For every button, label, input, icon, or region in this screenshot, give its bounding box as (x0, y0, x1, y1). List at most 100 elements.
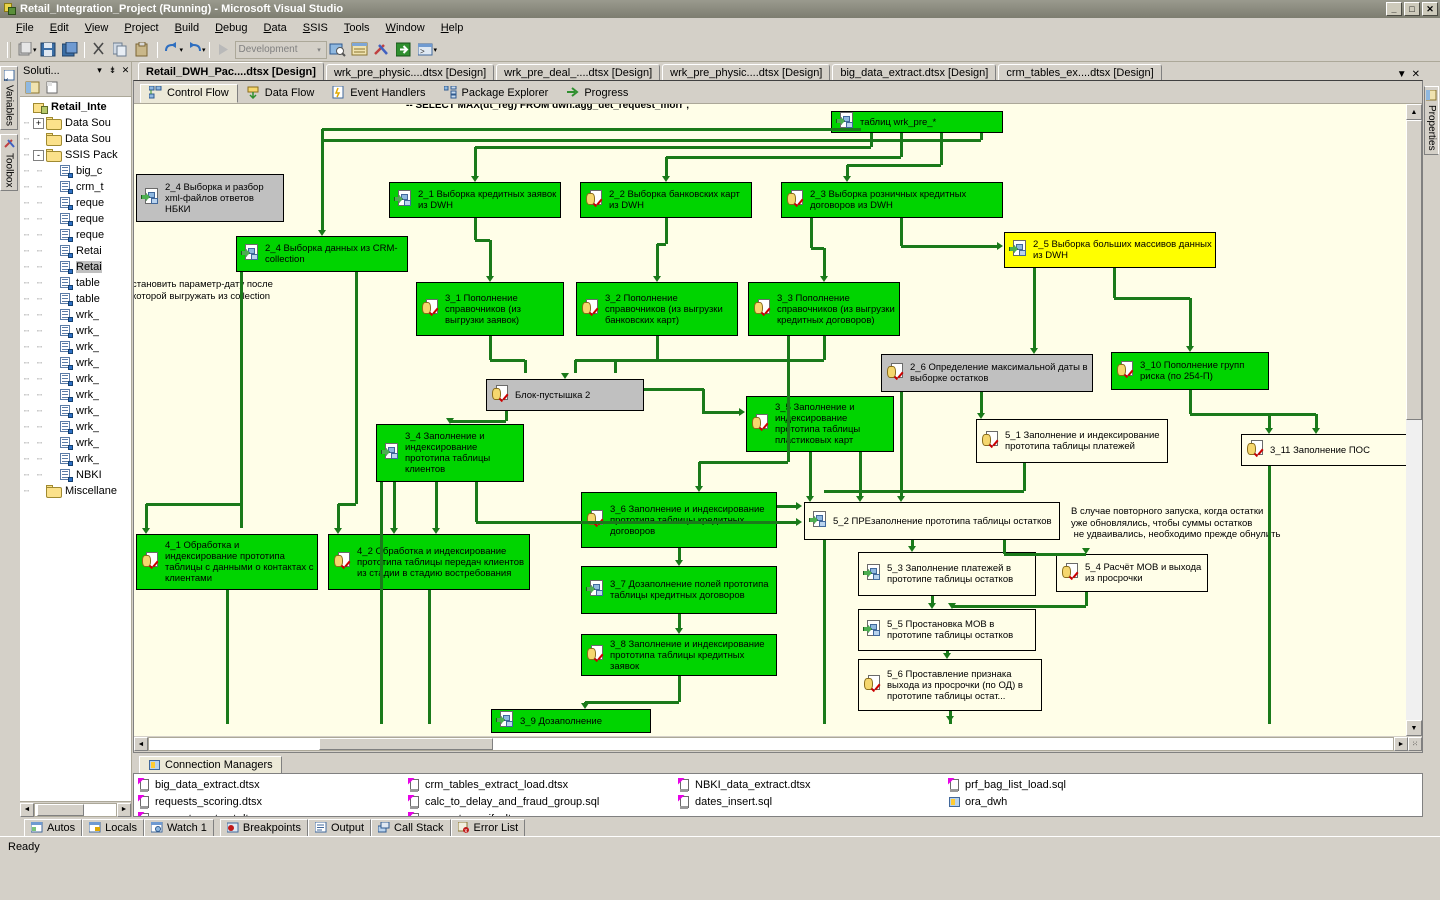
precedence-constraint[interactable] (475, 146, 871, 149)
solution-explorer-hscrollbar[interactable]: ◄ ► (20, 801, 131, 817)
precedence-constraint[interactable] (614, 360, 617, 373)
solution-node-10[interactable]: ┈┈Retai (20, 259, 131, 275)
scroll-track[interactable] (34, 803, 117, 817)
panel-dropdown-icon[interactable]: ▾ (94, 65, 105, 76)
task-3_11[interactable]: 3_11 Заполнение ПОС (1241, 434, 1406, 466)
solution-node-17[interactable]: ┈┈wrk_ (20, 371, 131, 387)
find-in-files-icon[interactable] (327, 40, 349, 60)
solution-node-7[interactable]: ┈┈reque (20, 211, 131, 227)
precedence-constraint[interactable] (777, 505, 796, 508)
precedence-constraint[interactable] (1269, 413, 1316, 416)
precedence-constraint[interactable] (1023, 463, 1026, 491)
task-5_5[interactable]: 5_5 Простановка МОВ в прототипе таблицы … (858, 609, 1036, 651)
solution-explorer-tree[interactable]: Retail_Inte┈+Data Sou┈Data Sou┈-SSIS Pac… (20, 97, 131, 801)
dock-tab-error-list[interactable]: xError List (451, 819, 526, 836)
show-all-files-icon[interactable] (43, 80, 61, 96)
dock-tab-autos[interactable]: Autos (24, 819, 82, 836)
canvas-horizontal-scrollbar[interactable]: ◄ ► ⁙ (134, 736, 1422, 752)
cut-icon[interactable] (88, 40, 110, 60)
precedence-constraint[interactable] (702, 389, 705, 412)
precedence-constraint[interactable] (524, 360, 527, 373)
solution-node-1[interactable]: ┈+Data Sou (20, 115, 131, 131)
task-2_4x[interactable]: 2_4 Выборка и разбор xml-файлов ответов … (136, 174, 284, 222)
chevron-down-icon[interactable]: ▾ (313, 46, 326, 54)
solution-node-5[interactable]: ┈┈crm_t (20, 179, 131, 195)
precedence-constraint[interactable] (1315, 414, 1318, 428)
precedence-constraint[interactable] (475, 482, 478, 522)
solution-node-11[interactable]: ┈┈table (20, 275, 131, 291)
tab-variables[interactable]: xVariables (0, 66, 18, 130)
task-3_5[interactable]: 3_5 Заполнение и индексирование прототип… (746, 396, 894, 452)
connection-manager-item[interactable]: NBKI_data_extract.dtsx (678, 776, 948, 793)
precedence-constraint[interactable] (809, 452, 812, 496)
connection-manager-item[interactable]: dates_insert.sql (678, 793, 948, 810)
menu-item-build[interactable]: Build (167, 20, 207, 36)
solution-node-22[interactable]: ┈┈wrk_ (20, 451, 131, 467)
menu-item-edit[interactable]: Edit (42, 20, 77, 36)
minimize-button[interactable]: _ (1386, 2, 1402, 16)
connection-manager-item[interactable]: requests_scoring.dtsx (138, 793, 408, 810)
task-5_2[interactable]: 5_2 ПРЕзаполнение прототипа таблицы оста… (804, 502, 1060, 540)
solution-node-19[interactable]: ┈┈wrk_ (20, 403, 131, 419)
precedence-constraint[interactable] (321, 129, 324, 140)
task-5_3[interactable]: 5_3 Заполнение платежей в прототипе табл… (858, 552, 1036, 596)
solution-node-6[interactable]: ┈┈reque (20, 195, 131, 211)
task-5_4[interactable]: 5_4 Расчёт МОВ и выхода из просрочки (1056, 554, 1208, 592)
task-4_2[interactable]: 4_2 Обработка и индексирование прототипа… (328, 534, 530, 590)
designer-tab-event-handlers[interactable]: Event Handlers (323, 84, 434, 103)
dock-tab-breakpoints[interactable]: Breakpoints (220, 819, 308, 836)
designer-tab-progress[interactable]: Progress (557, 84, 637, 103)
redo-dropdown-icon[interactable]: ▾ (202, 46, 206, 54)
task-2_6[interactable]: 2_6 Определение максимальной даты в выбо… (881, 354, 1093, 392)
properties-window-icon[interactable] (349, 40, 371, 60)
precedence-constraint[interactable] (823, 248, 826, 276)
solution-node-18[interactable]: ┈┈wrk_ (20, 387, 131, 403)
precedence-constraint[interactable] (146, 503, 241, 506)
designer-tab-package-explorer[interactable]: Package Explorer (435, 84, 558, 103)
dock-tab-locals[interactable]: Locals (82, 819, 144, 836)
precedence-constraint[interactable] (585, 701, 679, 704)
precedence-constraint[interactable] (355, 272, 358, 504)
menu-item-file[interactable]: File (8, 20, 42, 36)
designer-tab-data-flow[interactable]: Data Flow (238, 84, 324, 103)
tab-list-icon[interactable]: ▼ (1397, 69, 1407, 80)
precedence-constraint[interactable] (1114, 297, 1190, 300)
document-tab-5[interactable]: crm_tables_ex....dtsx [Design] (998, 64, 1161, 80)
hscroll-track[interactable] (148, 737, 1394, 751)
precedence-constraint[interactable] (665, 218, 668, 244)
precedence-constraint[interactable] (428, 590, 431, 724)
document-tab-0[interactable]: Retail_DWH_Pac....dtsx [Design] (138, 62, 324, 80)
dock-tab-output[interactable]: Output (308, 819, 371, 836)
pin-icon[interactable]: ⇟ (107, 65, 118, 76)
designer-tab-control-flow[interactable]: Control Flow (140, 84, 238, 103)
scroll-right-button[interactable]: ► (117, 803, 131, 817)
solution-node-4[interactable]: ┈┈big_c (20, 163, 131, 179)
start-debug-icon[interactable] (213, 40, 235, 60)
precedence-constraint[interactable] (476, 521, 796, 524)
precedence-constraint[interactable] (240, 272, 243, 528)
solution-node-20[interactable]: ┈┈wrk_ (20, 419, 131, 435)
precedence-constraint[interactable] (699, 461, 788, 464)
dock-tab-watch-1[interactable]: Watch 1 (144, 819, 214, 836)
scroll-down-button[interactable]: ▼ (1406, 720, 1422, 736)
tab-properties-window[interactable]: Properties (1424, 86, 1439, 155)
task-2_4[interactable]: 2_4 Выборка данных из CRM-collection (236, 236, 408, 272)
tree-expander-icon[interactable]: - (33, 150, 44, 161)
precedence-constraint[interactable] (901, 245, 997, 248)
precedence-constraint[interactable] (321, 140, 324, 230)
precedence-constraint[interactable] (656, 336, 659, 360)
connection-manager-item[interactable]: ora_dwh (948, 793, 1218, 810)
task-5_6[interactable]: 5_6 Проставление признака выхода из прос… (858, 659, 1042, 711)
solution-node-21[interactable]: ┈┈wrk_ (20, 435, 131, 451)
task-3_2[interactable]: 3_2 Пополнение справочников (из выгрузки… (576, 282, 738, 336)
task-3_4[interactable]: 3_4 Заполнение и индексирование прототип… (376, 424, 524, 482)
precedence-constraint[interactable] (574, 360, 577, 373)
document-tab-2[interactable]: wrk_pre_deal_....dtsx [Design] (496, 64, 660, 80)
properties-icon[interactable] (23, 80, 41, 96)
solution-node-14[interactable]: ┈┈wrk_ (20, 323, 131, 339)
task-3_8[interactable]: 3_8 Заполнение и индексирование прототип… (581, 634, 777, 676)
task-2_2[interactable]: 2_2 Выборка банковских карт из DWH (580, 182, 752, 218)
control-flow-canvas[interactable]: -- SELECT MAX(dt_reg) FROM dwh.agg_det_r… (134, 104, 1406, 736)
solution-node-0[interactable]: Retail_Inte (20, 99, 131, 115)
connection-manager-item[interactable]: crm_tables_extract_load.dtsx (408, 776, 678, 793)
